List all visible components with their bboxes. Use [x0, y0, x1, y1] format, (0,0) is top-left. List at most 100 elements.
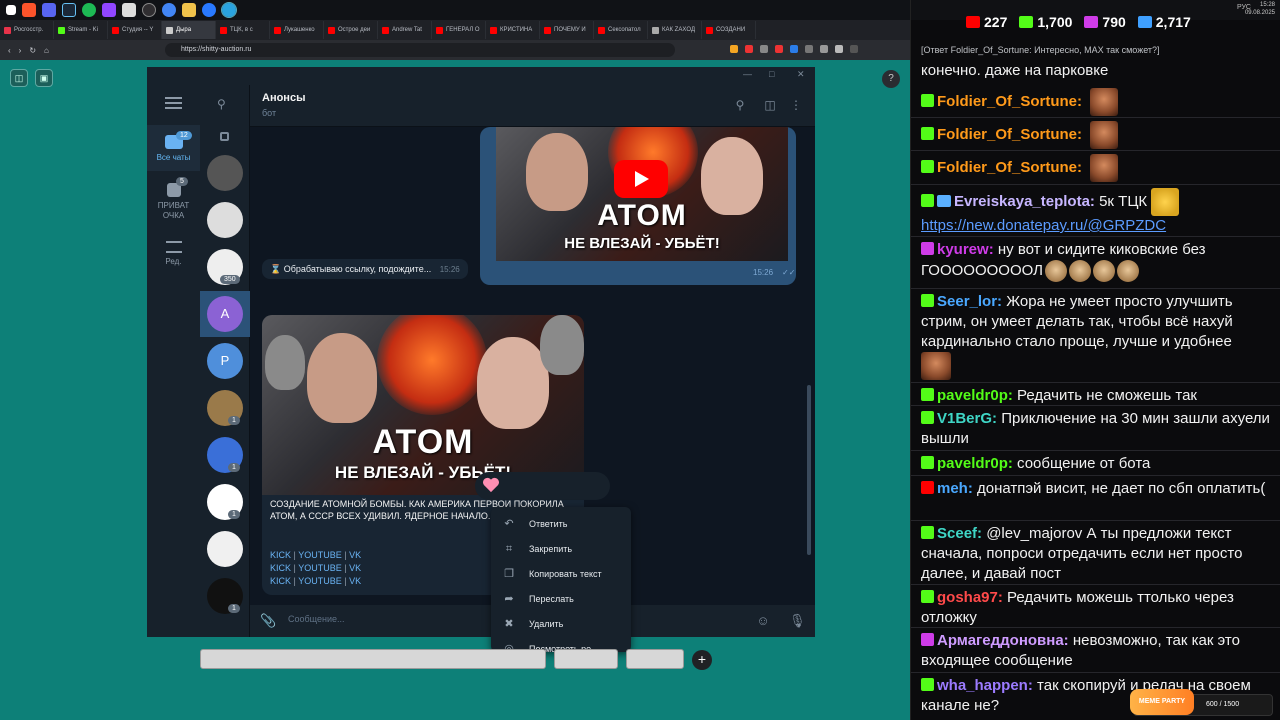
context-menu-item[interactable]: ✖ Удалить	[491, 611, 631, 636]
chat-username[interactable]: Sceef:	[937, 525, 982, 542]
chat-avatar[interactable]	[207, 531, 243, 567]
browser-tab[interactable]: Студия -- Y	[108, 21, 162, 39]
menu-icon[interactable]	[165, 97, 182, 109]
link-kick[interactable]: KICK	[270, 550, 291, 560]
chat-message[interactable]: Foldier_Of_Sortune:	[921, 88, 1271, 116]
chat-avatar[interactable]	[207, 155, 243, 191]
add-button[interactable]: +	[692, 650, 712, 670]
browser-tab[interactable]: КАК ZAXOД	[648, 21, 702, 39]
extension-icon[interactable]	[775, 45, 783, 53]
chat-username[interactable]: meh:	[937, 480, 973, 497]
chat-username[interactable]: V1BerG:	[937, 410, 997, 427]
browser-tab[interactable]: Дыра	[162, 21, 216, 39]
chat-message[interactable]: V1BerG: Приключение на 30 мин зашли ахуе…	[921, 409, 1271, 449]
link-youtube[interactable]: YOUTUBE	[298, 550, 342, 560]
chat-username[interactable]: Foldier_Of_Sortune:	[937, 126, 1082, 143]
chat-message[interactable]: Evreiskaya_teplota: 5к ТЦК https://new.do…	[921, 188, 1271, 236]
video-thumbnail[interactable]: ATOM НЕ ВЛЕЗАЙ - УБЬЁТ!	[496, 127, 788, 261]
chat-username[interactable]: Армагеддоновна:	[937, 632, 1069, 649]
browser-tab[interactable]: Stream - Ki	[54, 21, 108, 39]
extension-icon[interactable]	[790, 45, 798, 53]
chat-message[interactable]: paveldr0p: сообщение от бота	[921, 454, 1271, 474]
chat-username[interactable]: paveldr0p:	[937, 387, 1013, 404]
sidebar-panel-icon[interactable]: ◫	[763, 98, 777, 112]
browser-tab[interactable]: ГЕНЕРАЛ О	[432, 21, 486, 39]
context-menu-item[interactable]: ⌗ Закрепить	[491, 536, 631, 561]
chat-message[interactable]: Seer_lor: Жора не умеет просто улучшить …	[921, 292, 1271, 380]
minimize-icon[interactable]: —	[743, 69, 752, 79]
obs-icon[interactable]	[142, 3, 156, 17]
link-youtube[interactable]: YOUTUBE	[298, 576, 342, 586]
sidebar-toggle-button[interactable]: ◫	[10, 69, 28, 87]
chat-header[interactable]: Анонсы бот ⚲ ◫ ⋮	[250, 85, 815, 127]
chat-username[interactable]: Evreiskaya_teplota:	[954, 193, 1095, 210]
forward-icon[interactable]: ›	[19, 46, 22, 55]
heart-icon[interactable]	[482, 477, 500, 493]
archive-icon[interactable]	[220, 132, 229, 141]
chat-message[interactable]: Армагеддоновна: невозможно, так как это …	[921, 631, 1271, 671]
video-thumbnail[interactable]: ATOM НЕ ВЛЕЗАЙ - УБЬЁТ!	[262, 315, 584, 495]
home-icon[interactable]: ⌂	[44, 46, 49, 55]
more-options-icon[interactable]: ⋮	[789, 98, 803, 112]
extension-icon[interactable]	[745, 45, 753, 53]
steam-icon[interactable]	[62, 3, 76, 17]
chrome-icon[interactable]	[162, 3, 176, 17]
chat-username[interactable]: gosha97:	[937, 589, 1003, 606]
chat-message[interactable]: Foldier_Of_Sortune:	[921, 121, 1271, 149]
reload-icon[interactable]: ↻	[29, 46, 36, 55]
extension-icon[interactable]	[835, 45, 843, 53]
browser-tab[interactable]: ПОЧЕМУ И	[540, 21, 594, 39]
chat-username[interactable]: Foldier_Of_Sortune:	[937, 93, 1082, 110]
brave-icon[interactable]	[22, 3, 36, 17]
chat-message[interactable]: Sceef: @lev_majorov А ты предложи текст …	[921, 524, 1271, 584]
chat-message[interactable]: Foldier_Of_Sortune:	[921, 154, 1271, 182]
extension-icon[interactable]	[805, 45, 813, 53]
folder-all-chats[interactable]: Все чаты 12	[147, 125, 200, 171]
extension-icon[interactable]	[850, 45, 858, 53]
emoji-icon[interactable]: ☺	[755, 613, 771, 629]
browser-tab[interactable]: Острое деи	[324, 21, 378, 39]
browser-tab[interactable]: Andrew Tat	[378, 21, 432, 39]
extension-icon[interactable]	[820, 45, 828, 53]
address-input[interactable]: https://shitty-auction.ru	[165, 43, 675, 57]
browser-tab[interactable]: Сексопатол	[594, 21, 648, 39]
spotify-icon[interactable]	[82, 3, 96, 17]
microphone-icon[interactable]: 🎙	[789, 613, 806, 629]
scrollbar[interactable]	[807, 385, 811, 555]
browser-tab[interactable]: ТЦК, в с	[216, 21, 270, 39]
browser-tab[interactable]: СОЗДАНИ	[702, 21, 756, 39]
folder-private[interactable]: ПРИВАТ ОЧКА 5	[147, 173, 200, 225]
telegram-icon[interactable]	[221, 2, 237, 18]
chat-username[interactable]: kyurew:	[937, 241, 994, 258]
input-field[interactable]	[554, 649, 618, 669]
chat-username[interactable]: Foldier_Of_Sortune:	[937, 159, 1082, 176]
extension-icon[interactable]	[730, 45, 738, 53]
play-icon[interactable]	[614, 160, 668, 198]
browser-tab[interactable]: КРИСТИНА	[486, 21, 540, 39]
app-icon[interactable]	[202, 3, 216, 17]
link-kick[interactable]: KICK	[270, 576, 291, 586]
text-input[interactable]	[200, 649, 546, 669]
chat-avatar[interactable]	[207, 202, 243, 238]
processing-message[interactable]: ⌛ Обрабатываю ссылку, подождите... 15:26	[262, 259, 468, 279]
files-icon[interactable]	[182, 3, 196, 17]
link-youtube[interactable]: YOUTUBE	[298, 563, 342, 573]
link-vk[interactable]: VK	[349, 576, 361, 586]
search-icon[interactable]: ⚲	[733, 98, 747, 112]
chat-message[interactable]: gosha97: Редачить можешь ттолько через о…	[921, 588, 1271, 628]
link-vk[interactable]: VK	[349, 563, 361, 573]
context-menu-item[interactable]: ❐ Копировать текст	[491, 561, 631, 586]
help-button[interactable]: ?	[882, 70, 900, 88]
chat-username[interactable]: wha_happen:	[937, 677, 1033, 694]
chat-message[interactable]: meh: донатпэй висит, не дает по сбп опла…	[921, 479, 1271, 499]
browser-tab[interactable]: Росгосстр.	[0, 21, 54, 39]
chat-username[interactable]: Seer_lor:	[937, 293, 1002, 310]
extension-icon[interactable]	[760, 45, 768, 53]
search-icon[interactable]: ⚲	[217, 97, 226, 111]
outgoing-message[interactable]: ATOM НЕ ВЛЕЗАЙ - УБЬЁТ! 15:26 ✓✓	[480, 127, 796, 285]
browser-tab[interactable]: Лукашенко	[270, 21, 324, 39]
context-menu-item[interactable]: ➦ Переслать	[491, 586, 631, 611]
attach-icon[interactable]: 📎	[260, 613, 276, 629]
chat-avatar[interactable]: P	[207, 343, 243, 379]
input-field[interactable]	[626, 649, 684, 669]
